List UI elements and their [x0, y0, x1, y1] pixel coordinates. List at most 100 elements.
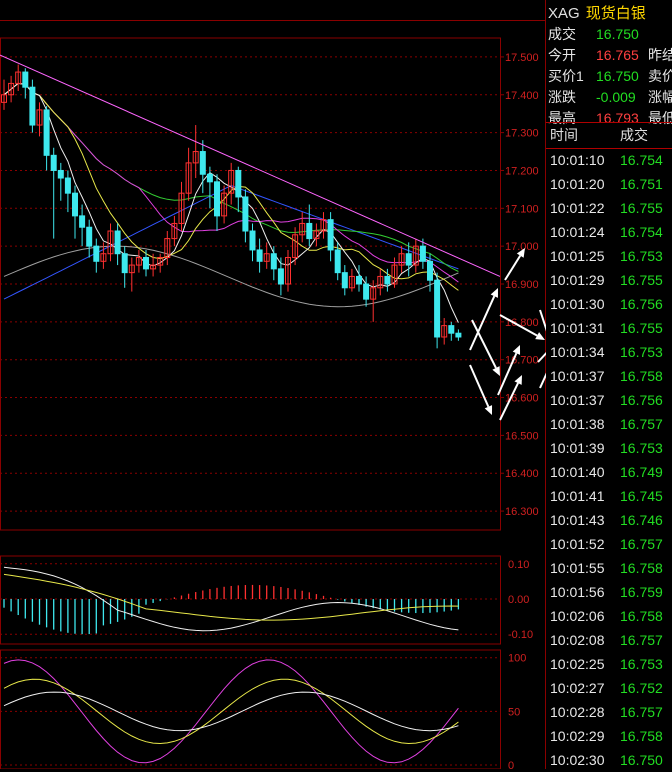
candle-body [22, 71, 29, 88]
tick-row[interactable]: 10:01:37 16.756 [550, 388, 672, 412]
candle [171, 215, 178, 247]
tick-row[interactable]: 10:01:31 16.755 [550, 316, 672, 340]
candle-body [256, 249, 263, 262]
instrument-header: XAG 现货白银 [548, 2, 646, 23]
tick-row[interactable]: 10:01:40 16.749 [550, 460, 672, 484]
tick-row[interactable]: 10:01:55 16.758 [550, 556, 672, 580]
candle [128, 257, 135, 292]
tick-time: 10:01:30 [550, 296, 605, 312]
candle [263, 242, 270, 269]
tick-row[interactable]: 10:01:39 16.753 [550, 436, 672, 460]
tick-row[interactable]: 10:01:34 16.753 [550, 340, 672, 364]
candle [341, 265, 348, 296]
candle [235, 166, 242, 213]
tick-row[interactable]: 10:02:30 16.750 [550, 748, 672, 772]
price-tick-label: 17.100 [505, 203, 539, 215]
tick-time: 10:01:10 [550, 152, 605, 168]
candle-body [235, 169, 242, 198]
candle-body [270, 253, 277, 270]
arrow-shaft [469, 364, 490, 408]
candle-body [114, 230, 121, 255]
candle [299, 212, 306, 243]
tick-row[interactable]: 10:01:56 16.759 [550, 580, 672, 604]
quote-label: 买价1 [548, 68, 584, 84]
quote-value: 16.750 [596, 26, 639, 42]
tick-price: 16.756 [620, 296, 663, 312]
candle-body [50, 154, 57, 171]
kdj-tick-label: 100 [508, 653, 526, 665]
candle [320, 212, 327, 239]
quote-label: 成交 [548, 26, 576, 42]
tick-time: 10:01:22 [550, 200, 605, 216]
candle-body [79, 215, 86, 228]
tick-time: 10:02:29 [550, 728, 605, 744]
tick-time: 10:01:31 [550, 320, 605, 336]
tick-price: 16.759 [620, 584, 663, 600]
price-tick-label: 17.400 [505, 90, 539, 102]
tick-price: 16.758 [620, 728, 663, 744]
candle-body [363, 283, 370, 300]
candle-body [249, 230, 256, 251]
candle [15, 64, 22, 91]
candle [434, 272, 441, 349]
tick-row[interactable]: 10:01:37 16.758 [550, 364, 672, 388]
candle [178, 181, 185, 232]
tick-row[interactable]: 10:02:29 16.758 [550, 724, 672, 748]
candle [50, 147, 57, 239]
tick-row[interactable]: 10:02:27 16.752 [550, 676, 672, 700]
tick-row[interactable]: 10:01:20 16.751 [550, 172, 672, 196]
candle [72, 185, 78, 239]
tick-row[interactable]: 10:01:41 16.745 [550, 484, 672, 508]
macd-tick-label: 0.00 [508, 594, 529, 606]
candle [412, 238, 419, 273]
tick-row[interactable]: 10:01:22 16.755 [550, 196, 672, 220]
tick-time: 10:01:41 [550, 488, 605, 504]
tick-time: 10:01:40 [550, 464, 605, 480]
quote-row: 买价1 16.750 卖价 [548, 66, 672, 87]
tick-time: 10:01:43 [550, 512, 605, 528]
tick-row[interactable]: 10:01:24 16.754 [550, 220, 672, 244]
tick-row[interactable]: 10:02:08 16.757 [550, 628, 672, 652]
tick-row[interactable]: 10:01:52 16.757 [550, 532, 672, 556]
candle-body [455, 332, 462, 338]
price-tick-label: 16.300 [505, 506, 539, 518]
tick-header-price: 成交 [620, 127, 648, 143]
candle [86, 219, 93, 258]
candle [43, 106, 50, 171]
candle-body [72, 192, 78, 217]
candle [249, 223, 256, 262]
tick-price: 16.758 [620, 608, 663, 624]
candle [93, 238, 100, 273]
tick-time: 10:01:34 [550, 344, 605, 360]
arrow-shaft [537, 352, 546, 363]
tick-row[interactable]: 10:01:38 16.757 [550, 412, 672, 436]
tick-table-header: 时间 成交 [546, 122, 672, 149]
tick-row[interactable]: 10:02:25 16.753 [550, 652, 672, 676]
tick-price: 16.758 [620, 560, 663, 576]
tick-row[interactable]: 10:01:43 16.746 [550, 508, 672, 532]
tick-price: 16.753 [620, 656, 663, 672]
candle-body [43, 109, 50, 156]
tick-row[interactable]: 10:02:06 16.758 [550, 604, 672, 628]
tick-row[interactable]: 10:01:30 16.756 [550, 292, 672, 316]
candle [327, 212, 334, 262]
candle-body [384, 275, 391, 285]
tick-row[interactable]: 10:01:25 16.753 [550, 244, 672, 268]
candle [356, 265, 362, 292]
candle-body [356, 275, 362, 285]
tick-row[interactable]: 10:01:10 16.754 [550, 148, 672, 172]
quote-value: 16.750 [596, 68, 639, 84]
candle [192, 125, 199, 179]
candle [143, 249, 149, 277]
kline-chart[interactable]: 17.50017.40017.30017.20017.10017.00016.9… [0, 0, 546, 769]
tick-time: 10:01:38 [550, 416, 605, 432]
tick-time: 10:02:30 [550, 752, 605, 768]
tick-row[interactable]: 10:02:28 16.757 [550, 700, 672, 724]
candle [306, 204, 313, 247]
tick-price: 16.753 [620, 344, 663, 360]
tick-price: 16.754 [620, 224, 663, 240]
candle [256, 238, 263, 273]
tick-row[interactable]: 10:01:29 16.755 [550, 268, 672, 292]
candle [107, 223, 114, 262]
tick-price: 16.756 [620, 392, 663, 408]
